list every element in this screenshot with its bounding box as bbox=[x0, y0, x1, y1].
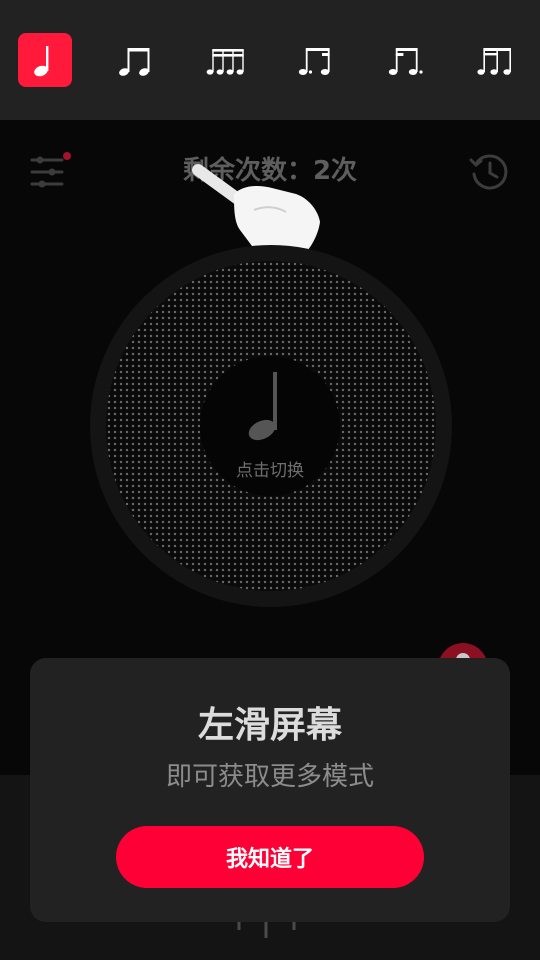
quarter-note-icon bbox=[248, 372, 277, 441]
rhythm-selector-bar bbox=[0, 0, 540, 120]
rhythm-quarter-button[interactable] bbox=[18, 33, 72, 87]
rhythm-scotch-button[interactable] bbox=[378, 33, 432, 87]
dial-hint-label: 点击切换 bbox=[236, 461, 304, 481]
rhythm-sixteenth-button[interactable] bbox=[198, 33, 252, 87]
rhythm-dotted-button[interactable] bbox=[288, 33, 342, 87]
triplet-notes-icon bbox=[477, 48, 511, 75]
sixteenth-dotted-eighth-icon bbox=[388, 48, 423, 75]
dotted-eighth-sixteenth-icon bbox=[298, 48, 330, 75]
sixteenth-notes-icon bbox=[206, 49, 244, 75]
eighth-notes-icon bbox=[119, 48, 150, 76]
rhythm-triplet-button[interactable] bbox=[468, 33, 522, 87]
guide-subtitle: 即可获取更多模式 bbox=[165, 762, 374, 792]
guide-title: 左滑屏幕 bbox=[197, 705, 342, 746]
swipe-guide-card: 左滑屏幕 即可获取更多模式 我知道了 bbox=[30, 658, 510, 922]
got-it-button[interactable]: 我知道了 bbox=[116, 826, 424, 888]
rhythm-eighth-button[interactable] bbox=[108, 33, 162, 87]
history-icon[interactable] bbox=[468, 150, 512, 194]
quarter-note-icon bbox=[34, 46, 49, 77]
